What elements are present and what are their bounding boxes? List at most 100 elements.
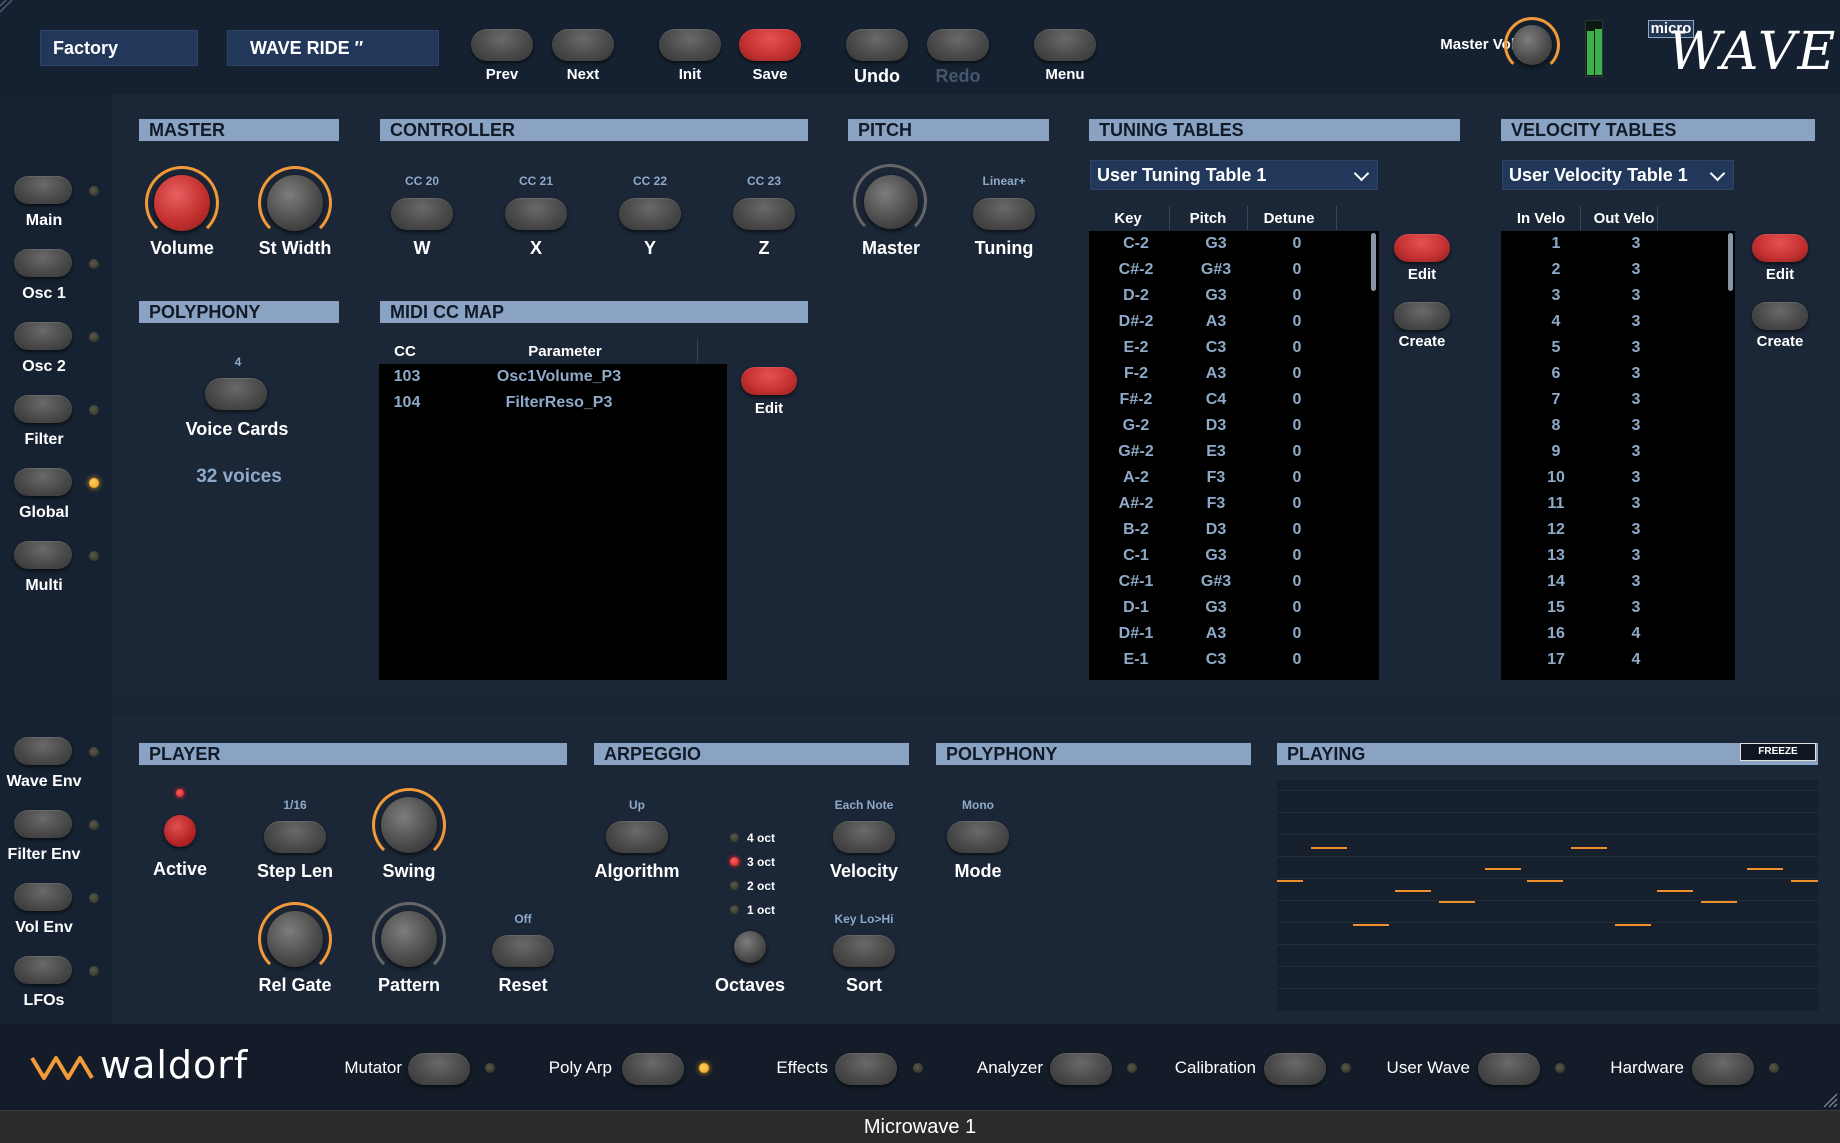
tuning-table-list[interactable]: C-2 G3 0 C#-2 G#3 0 D-2 G3 0 D#-2 A3 0 E-2 C3 0 F-2 A3 0 F…	[1089, 231, 1379, 680]
sidebar-multi-button[interactable]	[14, 541, 72, 569]
tuning-row[interactable]: B-2 D3 0	[1089, 517, 1369, 543]
freeze-button[interactable]: FREEZE	[1740, 743, 1816, 761]
tuning-row[interactable]: C-1 G3 0	[1089, 543, 1369, 569]
velocity-row[interactable]: 13	[1501, 231, 1721, 257]
midi-cc-list[interactable]: 103 Osc1Volume_P3 104 FilterReso_P3	[379, 364, 727, 680]
tuning-row[interactable]: A#-2 F3 0	[1089, 491, 1369, 517]
controller-x-button[interactable]	[505, 198, 567, 230]
velocity-row[interactable]: 16 4	[1501, 621, 1721, 647]
next-button[interactable]	[552, 29, 614, 61]
footer-poly-arp-button[interactable]	[622, 1053, 684, 1085]
tuning-row[interactable]: F-2 A3 0	[1089, 361, 1369, 387]
tuning-create-button[interactable]	[1394, 302, 1450, 330]
velocity-create-button[interactable]	[1752, 302, 1808, 330]
footer-hardware-button[interactable]	[1692, 1053, 1754, 1085]
velocity-row[interactable]: 33	[1501, 283, 1721, 309]
velocity-row[interactable]: 43	[1501, 309, 1721, 335]
window-title: Microwave 1	[863, 1116, 977, 1138]
footer-user-wave-button[interactable]	[1478, 1053, 1540, 1085]
footer-calibration-button[interactable]	[1264, 1053, 1326, 1085]
pattern-knob[interactable]	[372, 902, 446, 976]
velocity-table-dropdown[interactable]: User Velocity Table 1	[1502, 160, 1734, 190]
midi-edit-button[interactable]	[741, 367, 797, 395]
velocity-table-list[interactable]: 1 3 2 3 3 3 4 3 5 3 6 3 7 3 8 3 9 3 10 3 11 3 12 3 13 3 14 3 15 3 16 4 1…	[1501, 231, 1735, 680]
sidebar-filter-button[interactable]	[14, 395, 72, 423]
velocity-row[interactable]: 13 3	[1501, 543, 1721, 569]
velocity-row[interactable]: 12 3	[1501, 517, 1721, 543]
prev-button[interactable]	[471, 29, 533, 61]
tuning-row[interactable]: G#-2 E3 0	[1089, 439, 1369, 465]
swing-knob[interactable]	[372, 788, 446, 862]
redo-button[interactable]	[927, 29, 989, 61]
step-len-button[interactable]	[264, 821, 326, 853]
tuning-row[interactable]: E-1 C3 0	[1089, 647, 1369, 673]
pitch-master-knob[interactable]	[853, 164, 929, 240]
sidebar-lfos-button[interactable]	[14, 956, 72, 984]
footer-effects-button[interactable]	[835, 1053, 897, 1085]
velocity-row[interactable]: 23	[1501, 257, 1721, 283]
controller-z-button[interactable]	[733, 198, 795, 230]
patch-name-field[interactable]: WAVE RIDE ″	[227, 30, 439, 66]
master-vol-knob[interactable]	[1504, 17, 1562, 75]
controller-w-button[interactable]	[391, 198, 453, 230]
sidebar-wave-env-button[interactable]	[14, 737, 72, 765]
voice-cards-button[interactable]	[205, 378, 267, 410]
active-button[interactable]	[164, 815, 196, 847]
velocity-row[interactable]: 73	[1501, 387, 1721, 413]
tuning-row[interactable]: D-1 G3 0	[1089, 595, 1369, 621]
tuning-row[interactable]: G-2 D3 0	[1089, 413, 1369, 439]
tuning-cell-key: A#-2	[1118, 495, 1154, 512]
tuning-cell-key: D#-1	[1118, 625, 1154, 642]
mode-button[interactable]	[947, 821, 1009, 853]
sidebar-main-button[interactable]	[14, 176, 72, 204]
st-width-knob[interactable]	[258, 166, 332, 240]
velocity-row[interactable]: 10 3	[1501, 465, 1721, 491]
tuning-row[interactable]: D#-1 A3 0	[1089, 621, 1369, 647]
resize-grip-icon[interactable]	[1822, 1092, 1838, 1108]
tuning-row[interactable]: D#-2 A3 0	[1089, 309, 1369, 335]
velocity-row[interactable]: 11 3	[1501, 491, 1721, 517]
tuning-row[interactable]: E-2 C3 0	[1089, 335, 1369, 361]
footer-mutator-button[interactable]	[408, 1053, 470, 1085]
undo-button[interactable]	[846, 29, 908, 61]
sort-button[interactable]	[833, 935, 895, 967]
tuning-row[interactable]: D-2 G3 0	[1089, 283, 1369, 309]
tuning-row[interactable]: C#-1 G#3 0	[1089, 569, 1369, 595]
velocity-row[interactable]: 93	[1501, 439, 1721, 465]
sidebar-global-button[interactable]	[14, 468, 72, 496]
sidebar-filter-env-button[interactable]	[14, 810, 72, 838]
octaves-knob[interactable]	[734, 931, 766, 963]
rel-gate-knob[interactable]	[258, 902, 332, 976]
controller-header: CONTROLLER	[380, 119, 808, 141]
menu-button[interactable]	[1034, 29, 1096, 61]
controller-y-button[interactable]	[619, 198, 681, 230]
tuning-cell-key: A-2	[1123, 469, 1149, 486]
velocity-row[interactable]: 83	[1501, 413, 1721, 439]
tuning-row[interactable]: A-2 F3 0	[1089, 465, 1369, 491]
tuning-scrollbar-thumb[interactable]	[1371, 233, 1376, 291]
reset-button[interactable]	[492, 935, 554, 967]
volume-knob[interactable]	[145, 166, 219, 240]
algorithm-button[interactable]	[606, 821, 668, 853]
sidebar-osc1-button[interactable]	[14, 249, 72, 277]
tuning-table-dropdown[interactable]: User Tuning Table 1	[1090, 160, 1378, 190]
tuning-button[interactable]	[973, 198, 1035, 230]
velocity-row[interactable]: 14 3	[1501, 569, 1721, 595]
velocity-scrollbar-thumb[interactable]	[1728, 233, 1733, 291]
init-button[interactable]	[659, 29, 721, 61]
tuning-edit-button[interactable]	[1394, 234, 1450, 262]
tuning-row[interactable]: F#-2 C4 0	[1089, 387, 1369, 413]
sidebar-osc2-button[interactable]	[14, 322, 72, 350]
tuning-row[interactable]: C#-2 G#3 0	[1089, 257, 1369, 283]
velocity-row[interactable]: 53	[1501, 335, 1721, 361]
tuning-row[interactable]: C-2 G3 0	[1089, 231, 1369, 257]
footer-analyzer-button[interactable]	[1050, 1053, 1112, 1085]
velocity-row[interactable]: 17 4	[1501, 647, 1721, 673]
velocity-edit-button[interactable]	[1752, 234, 1808, 262]
arp-velocity-button[interactable]	[833, 821, 895, 853]
save-button[interactable]	[739, 29, 801, 61]
velocity-row[interactable]: 15 3	[1501, 595, 1721, 621]
velocity-row[interactable]: 63	[1501, 361, 1721, 387]
sidebar-vol-env-button[interactable]	[14, 883, 72, 911]
bank-selector[interactable]: Factory	[40, 30, 198, 66]
